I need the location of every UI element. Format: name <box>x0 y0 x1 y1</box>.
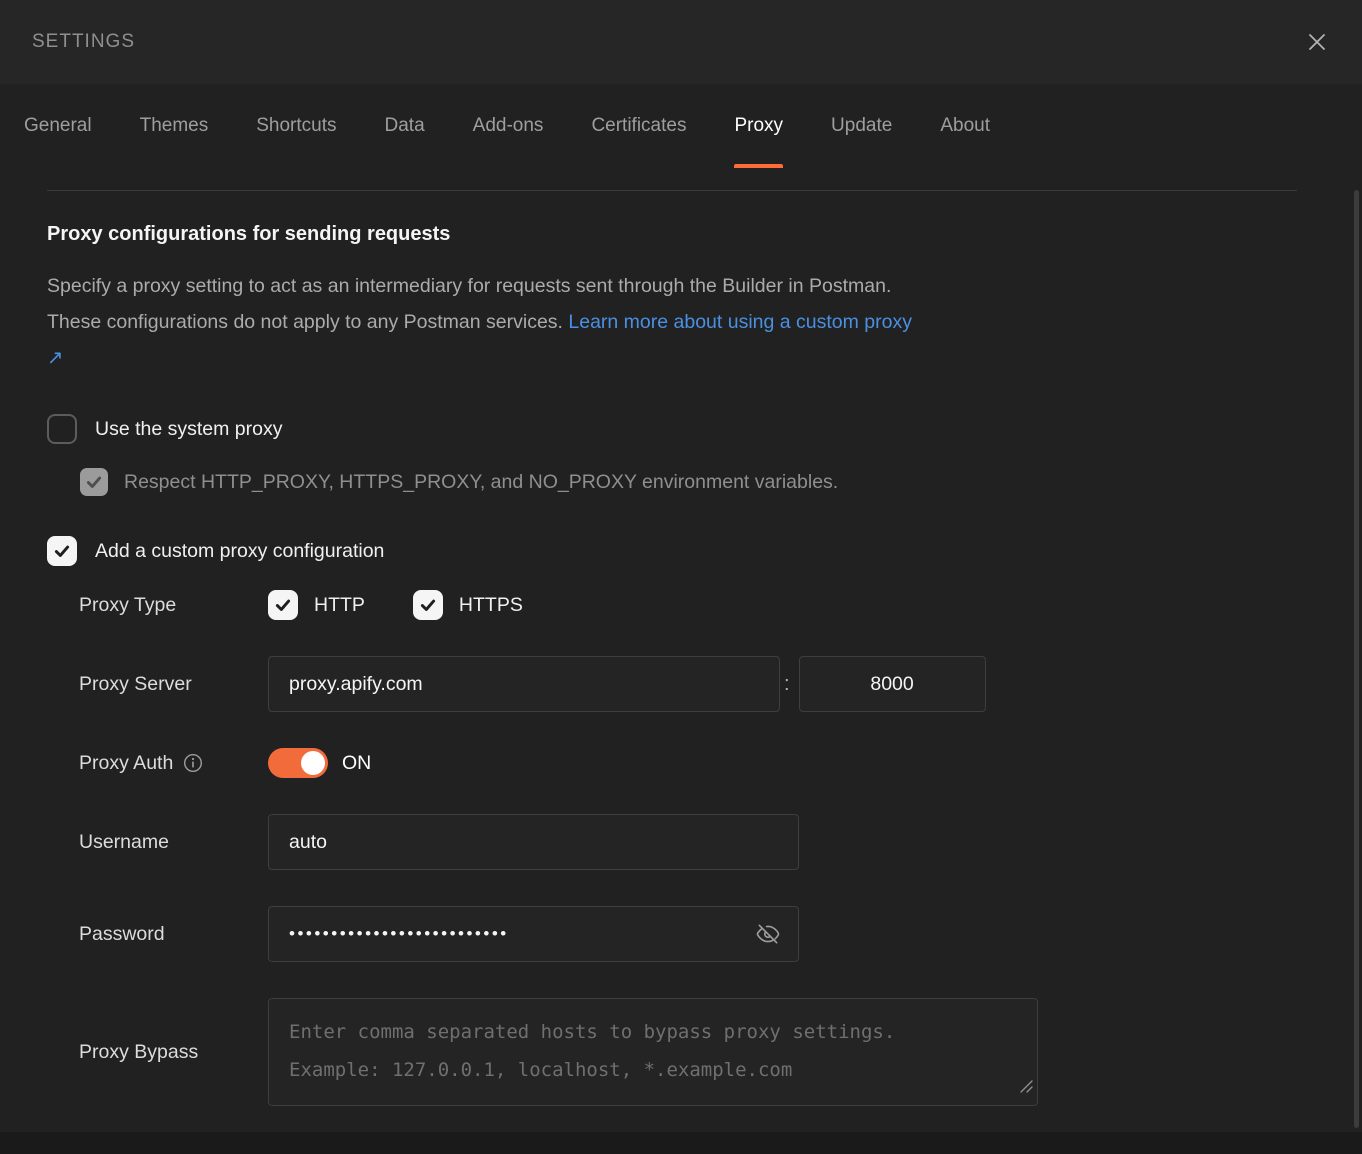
username-input[interactable] <box>268 814 799 870</box>
section-heading: Proxy configurations for sending request… <box>47 223 1362 246</box>
tab-themes[interactable]: Themes <box>140 84 209 168</box>
proxy-auth-state: ON <box>342 752 371 775</box>
system-proxy-label: Use the system proxy <box>95 418 282 441</box>
proxy-bypass-textarea[interactable] <box>268 998 1038 1106</box>
proxy-server-row: Proxy Server : <box>47 656 1362 712</box>
custom-proxy-row: Add a custom proxy configuration <box>47 536 1362 566</box>
password-input[interactable] <box>268 906 799 962</box>
settings-modal: SETTINGS General Themes Shortcuts Data A… <box>0 0 1362 1154</box>
info-icon[interactable] <box>183 753 203 773</box>
proxy-auth-toggle[interactable] <box>268 748 328 778</box>
eye-off-icon <box>755 921 781 947</box>
host-port-separator: : <box>784 673 790 696</box>
divider <box>47 190 1297 191</box>
tab-certificates[interactable]: Certificates <box>591 84 686 168</box>
password-controls <box>268 906 799 962</box>
modal-bottom-edge <box>0 1132 1362 1154</box>
resize-handle-icon[interactable] <box>1020 1080 1033 1098</box>
proxy-bypass-controls <box>268 998 1038 1106</box>
custom-proxy-label: Add a custom proxy configuration <box>95 540 384 563</box>
tab-update[interactable]: Update <box>831 84 892 168</box>
section-description: Specify a proxy setting to act as an int… <box>47 268 919 376</box>
toggle-password-visibility-button[interactable] <box>755 921 781 947</box>
checkmark-icon <box>274 596 292 614</box>
tab-shortcuts[interactable]: Shortcuts <box>256 84 336 168</box>
http-checkbox[interactable] <box>268 590 298 620</box>
proxy-auth-label-group: Proxy Auth <box>79 752 268 775</box>
close-icon <box>1306 31 1328 53</box>
http-label: HTTP <box>314 594 365 617</box>
proxy-auth-label: Proxy Auth <box>79 752 173 775</box>
tab-proxy[interactable]: Proxy <box>734 84 783 168</box>
password-label: Password <box>79 923 268 946</box>
proxy-auth-row: Proxy Auth ON <box>47 748 1362 778</box>
vertical-scrollbar[interactable] <box>1354 190 1359 1128</box>
checkmark-icon <box>85 473 103 491</box>
checkmark-icon <box>53 542 71 560</box>
tab-addons[interactable]: Add-ons <box>473 84 544 168</box>
password-row: Password <box>47 906 1362 962</box>
proxy-bypass-row: Proxy Bypass <box>47 998 1362 1106</box>
username-controls <box>268 814 799 870</box>
username-label: Username <box>79 831 268 854</box>
system-proxy-checkbox[interactable] <box>47 414 77 444</box>
close-button[interactable] <box>1302 27 1332 57</box>
tab-general[interactable]: General <box>24 84 92 168</box>
tab-about[interactable]: About <box>940 84 990 168</box>
proxy-server-controls: : <box>268 656 986 712</box>
modal-title: SETTINGS <box>32 31 135 53</box>
https-checkbox[interactable] <box>413 590 443 620</box>
proxy-auth-controls: ON <box>268 748 371 778</box>
custom-proxy-checkbox[interactable] <box>47 536 77 566</box>
checkmark-icon <box>419 596 437 614</box>
custom-proxy-form: Proxy Type HTTP HTTPS <box>47 590 1362 1106</box>
respect-env-row: Respect HTTP_PROXY, HTTPS_PROXY, and NO_… <box>80 468 1362 496</box>
proxy-type-row: Proxy Type HTTP HTTPS <box>47 590 1362 620</box>
toggle-knob <box>301 751 325 775</box>
proxy-bypass-label: Proxy Bypass <box>79 1041 268 1064</box>
proxy-settings-panel: Proxy configurations for sending request… <box>0 190 1362 1106</box>
proxy-type-label: Proxy Type <box>79 594 268 617</box>
username-row: Username <box>47 814 1362 870</box>
proxy-server-label: Proxy Server <box>79 673 268 696</box>
proxy-type-options: HTTP HTTPS <box>268 590 523 620</box>
system-proxy-row: Use the system proxy <box>47 414 1362 444</box>
tab-data[interactable]: Data <box>385 84 425 168</box>
https-label: HTTPS <box>459 594 523 617</box>
proxy-port-input[interactable] <box>799 656 986 712</box>
tab-bar: General Themes Shortcuts Data Add-ons Ce… <box>0 84 1362 168</box>
respect-env-checkbox[interactable] <box>80 468 108 496</box>
respect-env-label: Respect HTTP_PROXY, HTTPS_PROXY, and NO_… <box>124 471 838 494</box>
modal-header: SETTINGS <box>0 0 1362 84</box>
proxy-host-input[interactable] <box>268 656 780 712</box>
